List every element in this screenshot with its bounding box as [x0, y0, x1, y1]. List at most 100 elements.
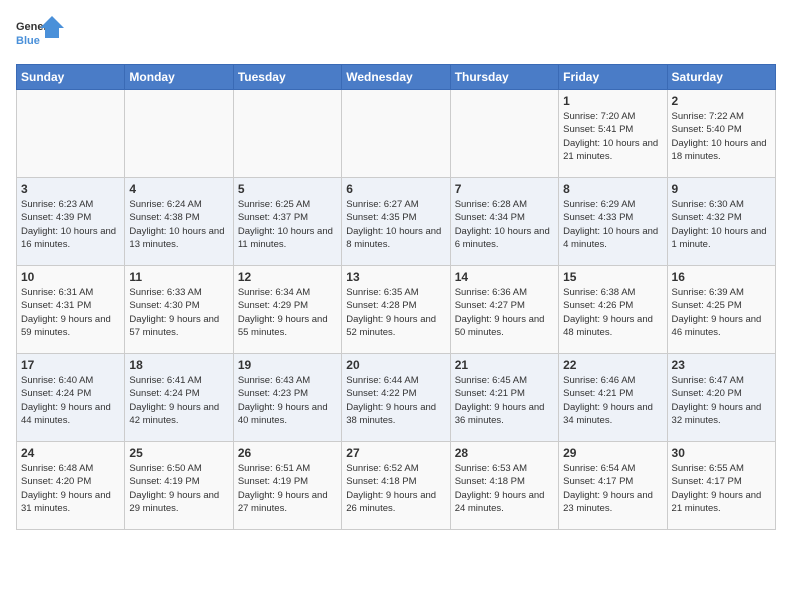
day-info: Sunrise: 6:38 AM Sunset: 4:26 PM Dayligh…	[563, 286, 662, 339]
calendar-cell: 1Sunrise: 7:20 AM Sunset: 5:41 PM Daylig…	[559, 90, 667, 178]
day-info: Sunrise: 6:53 AM Sunset: 4:18 PM Dayligh…	[455, 462, 554, 515]
svg-text:Blue: Blue	[16, 35, 40, 47]
day-number: 30	[672, 446, 771, 460]
day-info: Sunrise: 6:28 AM Sunset: 4:34 PM Dayligh…	[455, 198, 554, 251]
day-number: 19	[238, 358, 337, 372]
weekday-header-tuesday: Tuesday	[233, 65, 341, 90]
day-number: 9	[672, 182, 771, 196]
calendar-cell: 6 Sunrise: 6:27 AM Sunset: 4:35 PM Daylig…	[342, 178, 450, 266]
calendar-cell: 7 Sunrise: 6:28 AM Sunset: 4:34 PM Daylig…	[450, 178, 558, 266]
weekday-header-sunday: Sunday	[17, 65, 125, 90]
day-info: Sunrise: 6:45 AM Sunset: 4:21 PM Dayligh…	[455, 374, 554, 427]
day-number: 26	[238, 446, 337, 460]
day-info: Sunrise: 6:31 AM Sunset: 4:31 PM Dayligh…	[21, 286, 120, 339]
day-info: Sunrise: 6:39 AM Sunset: 4:25 PM Dayligh…	[672, 286, 771, 339]
header: General Blue	[16, 16, 776, 56]
weekday-header-monday: Monday	[125, 65, 233, 90]
day-info: Sunrise: 6:46 AM Sunset: 4:21 PM Dayligh…	[563, 374, 662, 427]
calendar-cell: 18 Sunrise: 6:41 AM Sunset: 4:24 PM Dayli…	[125, 354, 233, 442]
calendar-cell: 11Sunrise: 6:33 AM Sunset: 4:30 PM Dayli…	[125, 266, 233, 354]
day-number: 18	[129, 358, 228, 372]
weekday-header-thursday: Thursday	[450, 65, 558, 90]
day-info: Sunrise: 6:29 AM Sunset: 4:33 PM Dayligh…	[563, 198, 662, 251]
day-number: 21	[455, 358, 554, 372]
day-number: 12	[238, 270, 337, 284]
day-info: Sunrise: 6:44 AM Sunset: 4:22 PM Dayligh…	[346, 374, 445, 427]
day-info: Sunrise: 6:36 AM Sunset: 4:27 PM Dayligh…	[455, 286, 554, 339]
day-info: Sunrise: 6:34 AM Sunset: 4:29 PM Dayligh…	[238, 286, 337, 339]
day-info: Sunrise: 6:41 AM Sunset: 4:24 PM Dayligh…	[129, 374, 228, 427]
weekday-header-friday: Friday	[559, 65, 667, 90]
calendar-cell	[17, 90, 125, 178]
day-number: 10	[21, 270, 120, 284]
day-info: Sunrise: 6:48 AM Sunset: 4:20 PM Dayligh…	[21, 462, 120, 515]
day-number: 2	[672, 94, 771, 108]
calendar-cell: 19 Sunrise: 6:43 AM Sunset: 4:23 PM Dayli…	[233, 354, 341, 442]
day-number: 6	[346, 182, 445, 196]
day-number: 29	[563, 446, 662, 460]
calendar: SundayMondayTuesdayWednesdayThursdayFrid…	[16, 64, 776, 530]
calendar-cell: 2 Sunrise: 7:22 AM Sunset: 5:40 PM Daylig…	[667, 90, 775, 178]
calendar-cell	[450, 90, 558, 178]
day-number: 14	[455, 270, 554, 284]
day-info: Sunrise: 6:25 AM Sunset: 4:37 PM Dayligh…	[238, 198, 337, 251]
calendar-cell: 10 Sunrise: 6:31 AM Sunset: 4:31 PM Dayli…	[17, 266, 125, 354]
calendar-week-1: 1Sunrise: 7:20 AM Sunset: 5:41 PM Daylig…	[17, 90, 776, 178]
calendar-cell: 15Sunrise: 6:38 AM Sunset: 4:26 PM Dayli…	[559, 266, 667, 354]
calendar-cell: 28Sunrise: 6:53 AM Sunset: 4:18 PM Dayli…	[450, 442, 558, 530]
day-info: Sunrise: 6:23 AM Sunset: 4:39 PM Dayligh…	[21, 198, 120, 251]
day-number: 7	[455, 182, 554, 196]
calendar-cell: 5 Sunrise: 6:25 AM Sunset: 4:37 PM Daylig…	[233, 178, 341, 266]
calendar-week-4: 17Sunrise: 6:40 AM Sunset: 4:24 PM Dayli…	[17, 354, 776, 442]
calendar-cell: 12 Sunrise: 6:34 AM Sunset: 4:29 PM Dayli…	[233, 266, 341, 354]
calendar-cell: 13Sunrise: 6:35 AM Sunset: 4:28 PM Dayli…	[342, 266, 450, 354]
day-info: Sunrise: 6:55 AM Sunset: 4:17 PM Dayligh…	[672, 462, 771, 515]
day-number: 16	[672, 270, 771, 284]
day-info: Sunrise: 6:52 AM Sunset: 4:18 PM Dayligh…	[346, 462, 445, 515]
calendar-cell: 17Sunrise: 6:40 AM Sunset: 4:24 PM Dayli…	[17, 354, 125, 442]
day-number: 24	[21, 446, 120, 460]
day-info: Sunrise: 6:43 AM Sunset: 4:23 PM Dayligh…	[238, 374, 337, 427]
weekday-header-wednesday: Wednesday	[342, 65, 450, 90]
day-number: 27	[346, 446, 445, 460]
day-number: 3	[21, 182, 120, 196]
weekday-header-row: SundayMondayTuesdayWednesdayThursdayFrid…	[17, 65, 776, 90]
day-number: 25	[129, 446, 228, 460]
day-info: Sunrise: 6:47 AM Sunset: 4:20 PM Dayligh…	[672, 374, 771, 427]
day-info: Sunrise: 6:30 AM Sunset: 4:32 PM Dayligh…	[672, 198, 771, 251]
calendar-cell: 26Sunrise: 6:51 AM Sunset: 4:19 PM Dayli…	[233, 442, 341, 530]
day-info: Sunrise: 6:35 AM Sunset: 4:28 PM Dayligh…	[346, 286, 445, 339]
day-number: 17	[21, 358, 120, 372]
calendar-week-2: 3 Sunrise: 6:23 AM Sunset: 4:39 PM Daylig…	[17, 178, 776, 266]
day-number: 23	[672, 358, 771, 372]
day-info: Sunrise: 6:54 AM Sunset: 4:17 PM Dayligh…	[563, 462, 662, 515]
day-number: 5	[238, 182, 337, 196]
calendar-cell: 4Sunrise: 6:24 AM Sunset: 4:38 PM Daylig…	[125, 178, 233, 266]
weekday-header-saturday: Saturday	[667, 65, 775, 90]
calendar-cell: 23 Sunrise: 6:47 AM Sunset: 4:20 PM Dayli…	[667, 354, 775, 442]
logo-icon: General Blue	[16, 16, 64, 56]
calendar-cell: 30 Sunrise: 6:55 AM Sunset: 4:17 PM Dayli…	[667, 442, 775, 530]
calendar-cell: 29 Sunrise: 6:54 AM Sunset: 4:17 PM Dayli…	[559, 442, 667, 530]
calendar-cell: 16 Sunrise: 6:39 AM Sunset: 4:25 PM Dayli…	[667, 266, 775, 354]
calendar-cell: 14 Sunrise: 6:36 AM Sunset: 4:27 PM Dayli…	[450, 266, 558, 354]
day-number: 20	[346, 358, 445, 372]
calendar-cell: 21 Sunrise: 6:45 AM Sunset: 4:21 PM Dayli…	[450, 354, 558, 442]
calendar-cell: 9 Sunrise: 6:30 AM Sunset: 4:32 PM Daylig…	[667, 178, 775, 266]
calendar-cell: 20 Sunrise: 6:44 AM Sunset: 4:22 PM Dayli…	[342, 354, 450, 442]
calendar-cell	[233, 90, 341, 178]
logo: General Blue	[16, 16, 64, 56]
day-info: Sunrise: 7:22 AM Sunset: 5:40 PM Dayligh…	[672, 110, 771, 163]
day-info: Sunrise: 6:27 AM Sunset: 4:35 PM Dayligh…	[346, 198, 445, 251]
calendar-cell: 22Sunrise: 6:46 AM Sunset: 4:21 PM Dayli…	[559, 354, 667, 442]
day-number: 11	[129, 270, 228, 284]
calendar-cell	[125, 90, 233, 178]
day-number: 1	[563, 94, 662, 108]
calendar-cell: 27 Sunrise: 6:52 AM Sunset: 4:18 PM Dayli…	[342, 442, 450, 530]
day-info: Sunrise: 6:24 AM Sunset: 4:38 PM Dayligh…	[129, 198, 228, 251]
calendar-week-3: 10 Sunrise: 6:31 AM Sunset: 4:31 PM Dayli…	[17, 266, 776, 354]
day-number: 8	[563, 182, 662, 196]
calendar-cell: 8 Sunrise: 6:29 AM Sunset: 4:33 PM Daylig…	[559, 178, 667, 266]
calendar-cell	[342, 90, 450, 178]
day-info: Sunrise: 6:50 AM Sunset: 4:19 PM Dayligh…	[129, 462, 228, 515]
